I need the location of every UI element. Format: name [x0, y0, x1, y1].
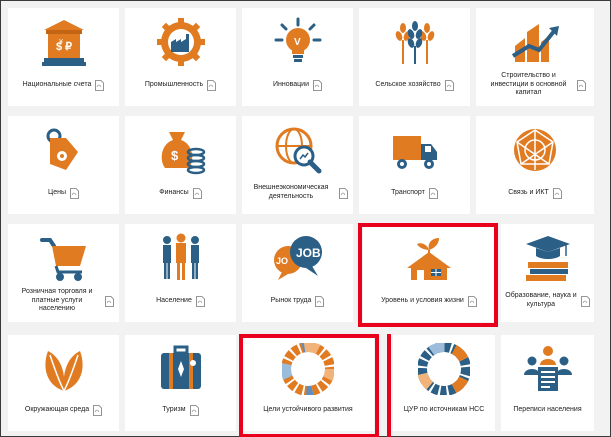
tile-label: Промышленность — [144, 80, 204, 88]
tile-label: Образование, наука и культура — [505, 292, 577, 308]
tile-finance[interactable]: $ Финансы — [125, 116, 236, 214]
tile-label: Население — [156, 296, 192, 304]
svg-text:JOB: JOB — [296, 246, 321, 260]
shopping-cart-icon — [38, 232, 90, 284]
tile-labour-market[interactable]: JO JOB Рынок труда — [242, 224, 353, 322]
network-globe-icon — [509, 124, 561, 176]
tile-environment[interactable]: Окружающая среда — [8, 335, 119, 431]
svg-text:$: $ — [171, 148, 179, 163]
pdf-icon[interactable] — [192, 187, 202, 199]
tile-label: Цели устойчивого развития — [263, 405, 353, 413]
tile-label: Инновации — [272, 80, 310, 88]
tile-tourism[interactable]: Туризм — [125, 335, 236, 431]
pdf-icon[interactable] — [467, 295, 477, 307]
tile-label: Переписи населения — [513, 405, 582, 413]
bank-icon: $ ₽ ¥ — [38, 16, 90, 68]
pdf-icon[interactable] — [93, 404, 103, 416]
tile-label: Финансы — [159, 188, 189, 196]
money-bag-icon: $ — [155, 124, 207, 176]
tile-label: Туризм — [162, 405, 186, 413]
tile-retail-services[interactable]: Розничная торговля и платные услуги насе… — [8, 224, 119, 322]
tile-industry[interactable]: Промышленность — [125, 8, 236, 106]
job-bubbles-icon: JO JOB — [272, 232, 324, 284]
pdf-icon[interactable] — [428, 187, 438, 199]
tile-sdg-by-nss-sources[interactable]: ЦУР по источникам НСС — [393, 335, 495, 431]
lightbulb-icon: V — [272, 16, 324, 68]
suitcase-icon — [155, 343, 207, 395]
sdg-wheel-icon — [418, 343, 470, 395]
tile-agriculture[interactable]: Сельское хозяйство — [359, 8, 470, 106]
census-people-icon — [522, 343, 574, 395]
pdf-icon[interactable] — [195, 295, 205, 307]
sdg-wheel-icon — [282, 343, 334, 395]
pdf-icon[interactable] — [207, 79, 217, 91]
tile-population-census[interactable]: Переписи населения — [501, 335, 594, 431]
tile-population[interactable]: Население — [125, 224, 236, 322]
price-tag-icon — [38, 124, 90, 176]
pdf-icon[interactable] — [444, 79, 454, 91]
tile-label: ЦУР по источникам НСС — [403, 405, 485, 413]
tile-construction-investment[interactable]: Строительство и инвестиции в основной ка… — [476, 8, 594, 106]
tile-foreign-economic[interactable]: Внешнеэкономическая деятельность — [242, 116, 353, 214]
tile-label: Цены — [48, 188, 66, 196]
tile-prices[interactable]: Цены — [8, 116, 119, 214]
tile-label: Уровень и условия жизни — [381, 296, 464, 304]
pdf-icon[interactable] — [315, 295, 325, 307]
svg-text:JO: JO — [276, 256, 288, 266]
tile-transport[interactable]: Транспорт — [359, 116, 470, 214]
tile-label: Связь и ИКТ — [508, 188, 549, 196]
statistics-categories-grid: $ ₽ ¥ Национальные счета Промышленность … — [0, 0, 611, 437]
tile-communications-ict[interactable]: Связь и ИКТ — [476, 116, 594, 214]
tile-label: Строительство и инвестиции в основной ка… — [490, 71, 567, 97]
leaf-icon — [38, 343, 90, 395]
svg-text:₽: ₽ — [65, 41, 72, 53]
pdf-icon[interactable] — [70, 187, 79, 199]
construction-growth-icon — [509, 16, 561, 68]
pdf-icon[interactable] — [576, 79, 586, 91]
wheat-icon — [389, 16, 441, 68]
svg-text:¥: ¥ — [59, 39, 63, 46]
tile-education-science-culture[interactable]: Образование, наука и культура — [501, 224, 594, 322]
tile-label: Рынок труда — [270, 296, 312, 304]
books-graduation-icon — [522, 232, 574, 284]
pdf-icon[interactable] — [313, 79, 322, 91]
pdf-icon[interactable] — [105, 295, 114, 307]
pdf-icon[interactable] — [552, 187, 562, 199]
tile-label: Внешнеэкономическая деятельность — [253, 184, 329, 200]
pdf-icon[interactable] — [189, 404, 199, 416]
tile-national-accounts[interactable]: $ ₽ ¥ Национальные счета — [8, 8, 119, 106]
truck-icon — [389, 124, 441, 176]
factory-gear-icon — [155, 16, 207, 68]
population-icon — [155, 232, 207, 284]
tile-innovation[interactable]: V Инновации — [242, 8, 353, 106]
pdf-icon[interactable] — [339, 187, 348, 199]
tile-label: Транспорт — [391, 188, 425, 196]
tile-living-standards[interactable]: Уровень и условия жизни — [363, 224, 495, 322]
globe-magnifier-icon — [272, 124, 324, 176]
tile-label: Сельское хозяйство — [375, 80, 441, 88]
tile-label: Окружающая среда — [24, 405, 90, 413]
pdf-icon[interactable] — [95, 79, 105, 91]
pdf-icon[interactable] — [581, 295, 590, 307]
tile-sustainable-development-goals[interactable]: Цели устойчивого развития — [242, 335, 374, 431]
tile-label: Национальные счета — [22, 80, 92, 88]
svg-text:V: V — [294, 37, 301, 48]
highlight-divider — [387, 334, 391, 437]
house-sprout-icon — [403, 232, 455, 284]
tile-label: Розничная торговля и платные услуги насе… — [21, 287, 93, 313]
